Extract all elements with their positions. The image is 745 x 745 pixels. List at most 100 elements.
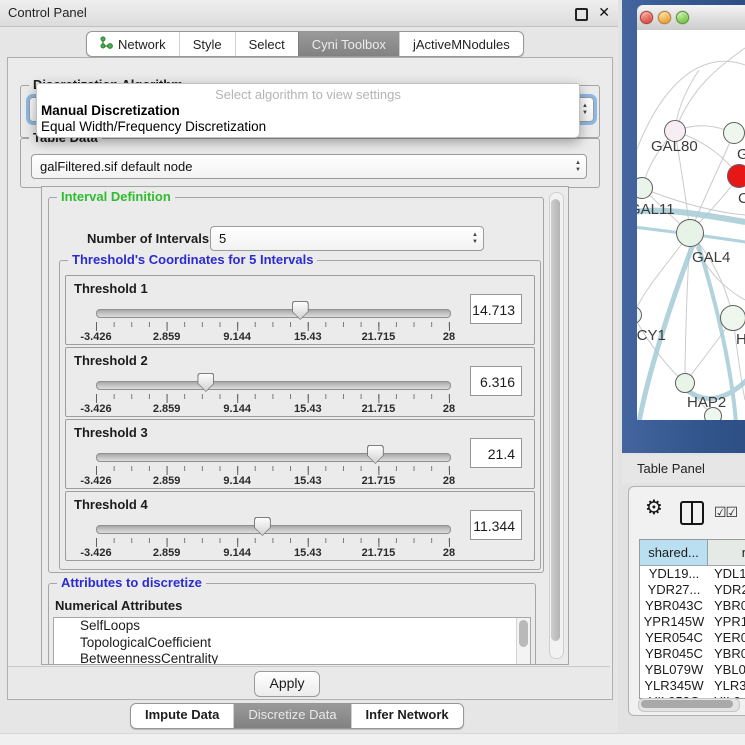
combo-stepper-icon: ▲▼ [570, 155, 586, 178]
slider-thumb[interactable] [367, 445, 384, 464]
number-of-intervals-label: Number of Intervals [87, 231, 209, 246]
scale-tick-label: 2.859 [153, 547, 181, 559]
attribute-list-item[interactable]: BetweennessCentrality [54, 651, 530, 665]
dropdown-prompt: Select algorithm to view settings [37, 87, 579, 102]
cell-shared-name: YDR27... [640, 582, 708, 598]
network-node[interactable] [704, 407, 722, 420]
table-row[interactable]: YBL079W YBL0 [640, 662, 745, 678]
table-row[interactable]: YBR043C YBR0 [640, 598, 745, 614]
app-root: Control Panel ✕ Network Style [0, 0, 745, 745]
dropdown-option-equal-width-frequency[interactable]: Equal Width/Frequency Discretization [41, 119, 266, 134]
threshold-label: Threshold 4 [74, 497, 148, 512]
scrollbar-thumb[interactable] [519, 620, 528, 647]
scale-tick-label: 15.43 [294, 403, 322, 415]
group-title: Attributes to discretize [57, 576, 206, 590]
attribute-list-item[interactable]: SelfLoops [54, 618, 530, 635]
dropdown-option-manual-discretization[interactable]: Manual Discretization [41, 103, 180, 118]
scale-tick-label: 21.715 [362, 331, 396, 343]
checkbox-icons[interactable]: ☑☑ [714, 504, 737, 521]
threshold-value-field[interactable]: 14.713 [470, 294, 522, 324]
scrollbar-thumb[interactable] [641, 700, 733, 708]
numerical-attributes-heading: Numerical Attributes [55, 598, 182, 613]
float-window-icon[interactable] [575, 8, 588, 21]
table-data-combobox[interactable]: galFiltered.sif default node ▲▼ [31, 154, 587, 179]
tab-infer-network[interactable]: Infer Network [351, 704, 463, 728]
slider-thumb[interactable] [292, 301, 309, 320]
close-icon[interactable]: ✕ [598, 4, 610, 21]
table-row[interactable]: YPR145W YPR1 [640, 614, 745, 630]
table-row[interactable]: YER054C YER0 [640, 630, 745, 646]
tab-network[interactable]: Network [87, 32, 179, 56]
threshold-1-panel: Threshold 1 -3.4262.8599.14415.4321.7152… [65, 275, 535, 345]
threshold-value-field[interactable]: 6.316 [470, 366, 522, 396]
attributes-scrollbar[interactable] [516, 618, 530, 664]
table-data-group: Table Data galFiltered.sif default node … [20, 138, 600, 188]
top-tab-bar: Network Style Select Cyni Toolbox jActiv… [86, 31, 524, 57]
cyni-content-panel: Discretization Algorithm ▲▼ Select algor… [7, 57, 613, 700]
table-row[interactable]: YLR345W YLR3 [640, 678, 745, 694]
threshold-4-panel: Threshold 4 -3.4262.8599.14415.4321.7152… [65, 491, 535, 561]
traffic-light-close-icon[interactable] [640, 11, 653, 24]
network-node[interactable] [676, 219, 704, 247]
node-attribute-table[interactable]: shared... name YDL19... YDL1 YDR27... YD… [639, 539, 745, 699]
tab-jactivemnodules[interactable]: jActiveMNodules [399, 32, 523, 56]
slider-thumb[interactable] [197, 373, 214, 392]
cell-name: YPR1 [708, 614, 745, 630]
cell-name: YER0 [708, 630, 745, 646]
network-window: GAL80GACGAL11GAL4GCY1HAHAP2 [622, 0, 745, 453]
scale-tick-label: 15.43 [294, 331, 322, 343]
cell-shared-name: YBR045C [640, 646, 708, 662]
network-node[interactable] [723, 122, 745, 144]
scale-tick-label: 28 [443, 475, 455, 487]
scale-tick-label: -3.426 [80, 547, 111, 559]
scale-tick-label: -3.426 [80, 331, 111, 343]
cell-name: YLR3 [708, 678, 745, 694]
columns-icon[interactable] [680, 501, 704, 525]
column-header-shared-name[interactable]: shared... [640, 540, 708, 565]
tab-select[interactable]: Select [235, 32, 298, 56]
table-row[interactable]: YBR045C YBR0 [640, 646, 745, 662]
network-window-titlebar[interactable] [637, 5, 745, 31]
threshold-2-panel: Threshold 2 -3.4262.8599.14415.4321.7152… [65, 347, 535, 417]
bottom-tab-bar: Impute Data Discretize Data Infer Networ… [130, 703, 464, 729]
gear-icon[interactable]: ⚙ [645, 495, 663, 520]
interval-definition-group: Interval Definition Number of Intervals … [48, 197, 544, 573]
slider-thumb[interactable] [254, 517, 271, 536]
scale-tick-label: 9.144 [223, 331, 251, 343]
table-row[interactable]: YDL19... YDL1 [640, 566, 745, 582]
scrollbar-thumb[interactable] [551, 199, 560, 641]
cell-name: YBR0 [708, 598, 745, 614]
attribute-list-item[interactable]: TopologicalCoefficient [54, 635, 530, 652]
tab-label: Select [249, 37, 285, 52]
network-canvas[interactable]: GAL80GACGAL11GAL4GCY1HAHAP2 [637, 30, 745, 420]
table-horizontal-scrollbar[interactable] [638, 698, 740, 712]
settings-scrollbar[interactable] [549, 192, 564, 659]
threshold-value-field[interactable]: 11.344 [470, 510, 522, 540]
traffic-light-minimize-icon[interactable] [658, 11, 671, 24]
traffic-light-zoom-icon[interactable] [676, 11, 689, 24]
scale-tick-label: 9.144 [223, 547, 251, 559]
scale-tick-label: 2.859 [153, 331, 181, 343]
threshold-3-panel: Threshold 3 -3.4262.8599.14415.4321.7152… [65, 419, 535, 489]
attributes-to-discretize-group: Attributes to discretize Numerical Attri… [48, 583, 536, 665]
network-node-label: HA [736, 331, 745, 348]
tab-discretize-data[interactable]: Discretize Data [233, 704, 350, 728]
scale-tick-label: 28 [443, 403, 455, 415]
cell-name: YDL1 [708, 566, 745, 582]
network-node-label: GAL80 [651, 138, 698, 155]
apply-button[interactable]: Apply [254, 671, 320, 697]
combo-stepper-icon: ▲▼ [467, 227, 483, 250]
network-node[interactable] [720, 305, 745, 331]
network-node-label: GA [737, 146, 745, 163]
tab-impute-data[interactable]: Impute Data [131, 704, 233, 728]
network-node[interactable] [727, 164, 745, 188]
network-node[interactable] [675, 373, 695, 393]
scale-tick-label: -3.426 [80, 475, 111, 487]
tab-style[interactable]: Style [179, 32, 235, 56]
tab-cyni-toolbox[interactable]: Cyni Toolbox [298, 32, 399, 56]
column-header-name[interactable]: name [708, 540, 745, 565]
numerical-attributes-list[interactable]: SelfLoopsTopologicalCoefficientBetweenne… [53, 617, 531, 665]
threshold-value-field[interactable]: 21.4 [470, 438, 522, 468]
table-row[interactable]: YDR27... YDR2 [640, 582, 745, 598]
number-of-intervals-combobox[interactable]: 5 ▲▼ [210, 226, 484, 251]
